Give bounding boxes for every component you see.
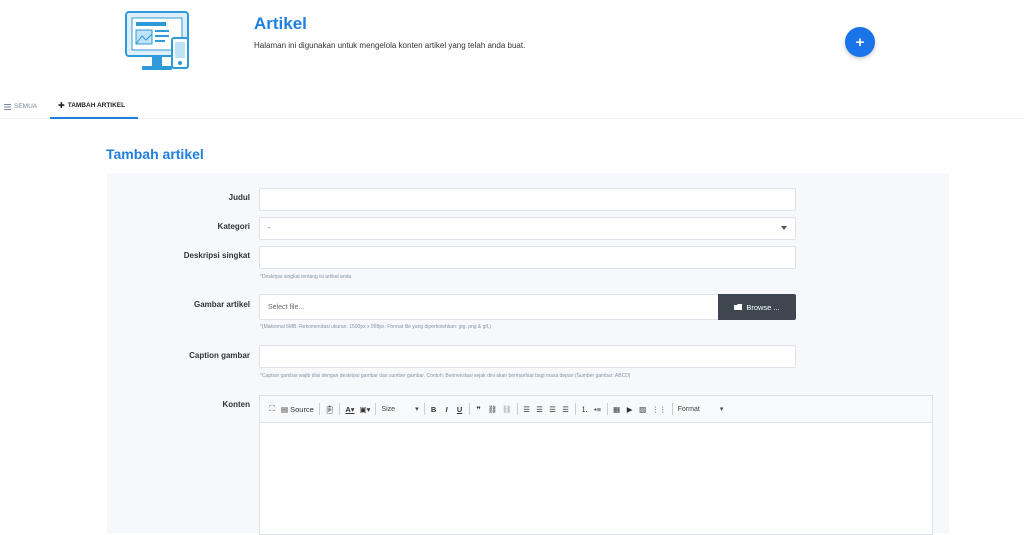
kategori-value: - [268,225,271,232]
editor-toolbar: ⛶ ▤ Source 📋︎ A▾ ▣▾ Size ▾ B I U ❞ ⛓ ⛓ ☰… [260,396,932,423]
section-title: Tambah artikel [106,146,204,162]
size-label: Size [381,405,396,413]
browse-button[interactable]: Browse ... [718,294,796,320]
toolbar-separator [606,403,608,415]
tab-label: SEMUA [14,103,38,110]
link-icon[interactable]: ⛓ [488,403,498,415]
caption-hint: *Caption gambar wajib diisi dengan deskr… [260,373,631,379]
page-description: Halaman ini digunakan untuk mengelola ko… [254,41,526,50]
tab-tambah-artikel[interactable]: ✚ TAMBAH ARTIKEL [50,94,138,119]
underline-icon[interactable]: U [456,403,464,415]
deskripsi-hint: *Deskripsi singkat tentang isi artikel a… [260,274,352,280]
chevron-down-icon: ▾ [415,406,419,413]
italic-icon[interactable]: I [443,403,451,415]
judul-label: Judul [228,193,250,202]
toolbar-separator [318,403,320,415]
grid-icon[interactable]: ⋮⋮ [652,403,667,415]
gambar-hint: *(Maksimal 5MB. Rekomendasi ukuran: 1500… [260,324,491,330]
deskripsi-label: Deskripsi singkat [183,251,250,260]
toolbar-separator [375,403,377,415]
deskripsi-input[interactable] [259,246,796,269]
file-input[interactable]: Select file... [259,294,719,320]
align-center-icon[interactable]: ☰ [536,403,544,415]
image-icon[interactable]: ▨ [639,403,647,415]
source-icon: ▤ [281,404,289,414]
maximize-icon[interactable]: ⛶ [268,403,276,415]
kategori-label: Kategori [217,222,250,231]
align-right-icon[interactable]: ☰ [549,403,557,415]
toolbar-separator [339,403,341,415]
toolbar-separator [516,403,518,415]
editor-content-area[interactable] [260,423,932,533]
blockquote-icon[interactable]: ❞ [475,403,483,415]
align-left-icon[interactable]: ☰ [523,403,531,415]
add-article-button[interactable]: + [845,27,875,57]
judul-input[interactable] [259,188,796,211]
folder-open-icon [734,304,743,310]
format-label: Format [677,405,700,413]
kategori-select[interactable]: - [259,217,796,240]
toolbar-separator [671,403,673,415]
caption-label: Caption gambar [189,351,250,360]
tab-label: TAMBAH ARTIKEL [67,102,126,109]
align-justify-icon[interactable]: ☰ [562,403,570,415]
background-color-icon[interactable]: ▣▾ [360,403,371,415]
tab-semua[interactable]: SEMUA [4,94,37,119]
file-placeholder: Select file... [268,303,305,311]
list-icon [4,103,11,110]
chevron-down-icon [781,226,787,230]
text-color-icon[interactable]: A▾ [345,403,354,415]
konten-label: Konten [222,400,250,409]
gambar-label: Gambar artikel [193,300,250,309]
toolbar-separator [574,403,576,415]
format-dropdown[interactable]: Format ▾ [677,405,724,414]
tab-bar: SEMUA ✚ TAMBAH ARTIKEL [0,94,1024,119]
bold-icon[interactable]: B [430,403,438,415]
caption-input[interactable] [259,345,796,368]
page-title: Artikel [254,14,307,33]
table-icon[interactable]: ▦ [613,403,621,415]
chevron-down-icon: ▾ [719,406,724,413]
rich-text-editor[interactable]: ⛶ ▤ Source 📋︎ A▾ ▣▾ Size ▾ B I U ❞ ⛓ ⛓ ☰… [259,395,933,535]
bulleted-list-icon[interactable]: •≡ [594,403,602,415]
plus-icon: ✚ [58,101,65,110]
source-button[interactable]: ▤ Source [281,403,314,415]
video-icon[interactable]: ▶ [626,403,634,415]
numbered-list-icon[interactable]: ⒈ [581,403,589,415]
browse-label: Browse ... [746,302,780,312]
paste-icon[interactable]: 📋︎ [325,403,335,415]
computer-illustration-icon [125,11,189,70]
unlink-icon[interactable]: ⛓ [502,403,512,415]
source-label: Source [290,404,314,414]
size-dropdown[interactable]: Size ▾ [381,405,419,414]
toolbar-separator [423,403,425,415]
page-header: Artikel Halaman ini digunakan untuk meng… [0,0,1024,80]
toolbar-separator [468,403,470,415]
